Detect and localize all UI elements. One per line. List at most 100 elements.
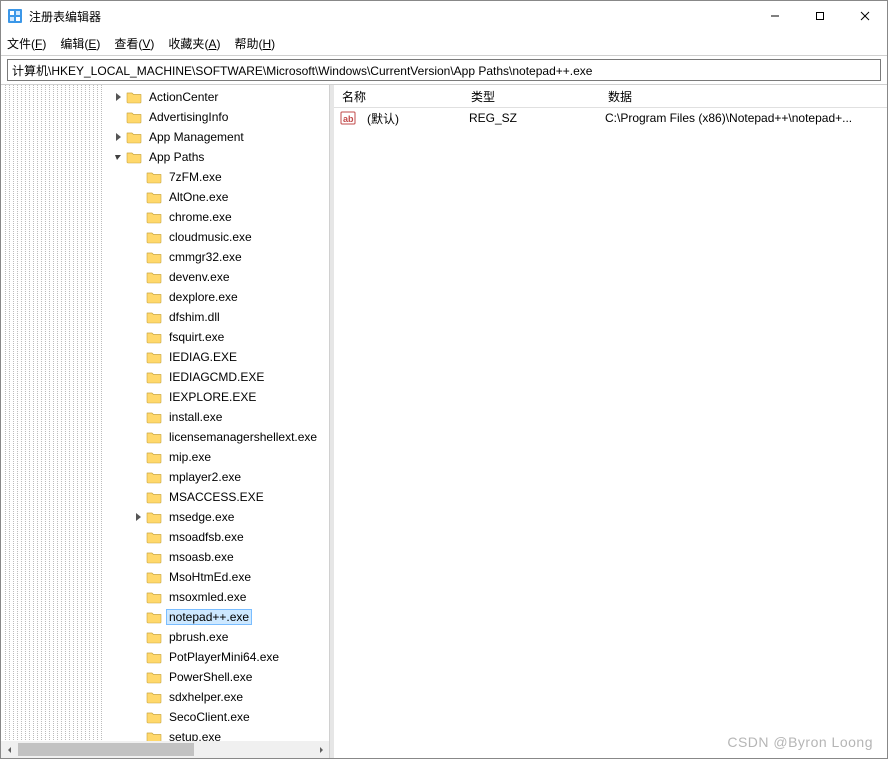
tree-item-dexplore-exe[interactable]: dexplore.exe	[1, 287, 329, 307]
tree-item-app-management[interactable]: App Management	[1, 127, 329, 147]
minimize-button[interactable]	[752, 1, 797, 31]
expander-placeholder	[131, 330, 145, 344]
menu-view[interactable]: 查看(V)	[114, 35, 154, 52]
expander-placeholder	[131, 730, 145, 741]
window-title: 注册表编辑器	[29, 8, 101, 25]
tree-hscrollbar[interactable]	[1, 741, 329, 758]
expander-placeholder	[131, 210, 145, 224]
folder-icon	[146, 370, 162, 384]
close-button[interactable]	[842, 1, 887, 31]
folder-icon	[146, 350, 162, 364]
tree-item-setup-exe[interactable]: setup.exe	[1, 727, 329, 741]
expand-icon[interactable]	[111, 90, 125, 104]
scroll-thumb[interactable]	[18, 743, 194, 756]
folder-icon	[146, 250, 162, 264]
tree-item-mip-exe[interactable]: mip.exe	[1, 447, 329, 467]
folder-icon	[146, 590, 162, 604]
col-header-name[interactable]: 名称	[334, 85, 463, 107]
tree-item-cloudmusic-exe[interactable]: cloudmusic.exe	[1, 227, 329, 247]
tree-item-msoxmled-exe[interactable]: msoxmled.exe	[1, 587, 329, 607]
scroll-right-button[interactable]	[312, 741, 329, 758]
folder-icon	[146, 550, 162, 564]
expander-placeholder	[131, 470, 145, 484]
folder-icon	[146, 390, 162, 404]
tree-item-label: pbrush.exe	[166, 629, 231, 645]
col-header-type[interactable]: 类型	[463, 85, 600, 107]
folder-icon	[146, 230, 162, 244]
tree-item-7zfm-exe[interactable]: 7zFM.exe	[1, 167, 329, 187]
tree-item-label: MSACCESS.EXE	[166, 489, 267, 505]
tree-item-altone-exe[interactable]: AltOne.exe	[1, 187, 329, 207]
tree-item-chrome-exe[interactable]: chrome.exe	[1, 207, 329, 227]
folder-icon	[126, 150, 142, 164]
tree-item-msohtmed-exe[interactable]: MsoHtmEd.exe	[1, 567, 329, 587]
tree-item-powershell-exe[interactable]: PowerShell.exe	[1, 667, 329, 687]
titlebar[interactable]: 注册表编辑器	[1, 1, 887, 31]
folder-icon	[146, 410, 162, 424]
folder-icon	[146, 650, 162, 664]
expander-placeholder	[131, 550, 145, 564]
tree-item-sdxhelper-exe[interactable]: sdxhelper.exe	[1, 687, 329, 707]
tree-item-label: sdxhelper.exe	[166, 689, 246, 705]
tree-item-label: IEDIAGCMD.EXE	[166, 369, 267, 385]
list-row[interactable]: ab(默认)REG_SZC:\Program Files (x86)\Notep…	[334, 108, 887, 128]
tree-item-iexplore-exe[interactable]: IEXPLORE.EXE	[1, 387, 329, 407]
tree-item-msaccess-exe[interactable]: MSACCESS.EXE	[1, 487, 329, 507]
regedit-window: 注册表编辑器 文件(F) 编辑(E) 查看(V) 收藏夹(A) 帮助(H) 计算…	[0, 0, 888, 759]
tree-item-notepad-exe[interactable]: notepad++.exe	[1, 607, 329, 627]
tree-item-label: dexplore.exe	[166, 289, 241, 305]
tree-item-dfshim-dll[interactable]: dfshim.dll	[1, 307, 329, 327]
tree-item-msoasb-exe[interactable]: msoasb.exe	[1, 547, 329, 567]
tree-item-install-exe[interactable]: install.exe	[1, 407, 329, 427]
tree-item-mplayer2-exe[interactable]: mplayer2.exe	[1, 467, 329, 487]
tree-item-actioncenter[interactable]: ActionCenter	[1, 87, 329, 107]
menu-favorites[interactable]: 收藏夹(A)	[168, 35, 220, 52]
scroll-track[interactable]	[18, 741, 312, 758]
tree-item-iediagcmd-exe[interactable]: IEDIAGCMD.EXE	[1, 367, 329, 387]
menu-file[interactable]: 文件(F)	[7, 35, 46, 52]
tree-item-pbrush-exe[interactable]: pbrush.exe	[1, 627, 329, 647]
tree-item-iediag-exe[interactable]: IEDIAG.EXE	[1, 347, 329, 367]
tree-pane: ActionCenterAdvertisingInfoApp Managemen…	[1, 85, 330, 758]
menu-help[interactable]: 帮助(H)	[234, 35, 275, 52]
folder-icon	[146, 210, 162, 224]
tree-item-fsquirt-exe[interactable]: fsquirt.exe	[1, 327, 329, 347]
tree-item-advertisinginfo[interactable]: AdvertisingInfo	[1, 107, 329, 127]
menu-edit[interactable]: 编辑(E)	[60, 35, 100, 52]
tree-item-licensemanagershellext-exe[interactable]: licensemanagershellext.exe	[1, 427, 329, 447]
expander-placeholder	[131, 290, 145, 304]
folder-icon	[146, 450, 162, 464]
folder-icon	[146, 530, 162, 544]
tree-scroll[interactable]: ActionCenterAdvertisingInfoApp Managemen…	[1, 85, 329, 741]
tree-item-label: MsoHtmEd.exe	[166, 569, 254, 585]
col-header-data[interactable]: 数据	[600, 85, 887, 107]
tree-item-label: PotPlayerMini64.exe	[166, 649, 282, 665]
expander-placeholder	[131, 530, 145, 544]
folder-icon	[146, 710, 162, 724]
tree-item-msoadfsb-exe[interactable]: msoadfsb.exe	[1, 527, 329, 547]
tree-item-label: msoadfsb.exe	[166, 529, 247, 545]
tree-item-label: msoasb.exe	[166, 549, 237, 565]
expand-icon[interactable]	[111, 130, 125, 144]
collapse-icon[interactable]	[111, 150, 125, 164]
scroll-left-button[interactable]	[1, 741, 18, 758]
tree-item-label: install.exe	[166, 409, 225, 425]
tree-item-label: IEDIAG.EXE	[166, 349, 240, 365]
tree-item-label: devenv.exe	[166, 269, 233, 285]
tree: ActionCenterAdvertisingInfoApp Managemen…	[1, 85, 329, 741]
tree-item-potplayermini64-exe[interactable]: PotPlayerMini64.exe	[1, 647, 329, 667]
folder-icon	[146, 690, 162, 704]
tree-item-devenv-exe[interactable]: devenv.exe	[1, 267, 329, 287]
maximize-button[interactable]	[797, 1, 842, 31]
folder-icon	[146, 270, 162, 284]
tree-item-secoclient-exe[interactable]: SecoClient.exe	[1, 707, 329, 727]
tree-item-label: msoxmled.exe	[166, 589, 249, 605]
address-bar[interactable]: 计算机\HKEY_LOCAL_MACHINE\SOFTWARE\Microsof…	[7, 59, 881, 81]
expand-icon[interactable]	[131, 510, 145, 524]
expander-placeholder	[131, 690, 145, 704]
tree-item-msedge-exe[interactable]: msedge.exe	[1, 507, 329, 527]
tree-item-cmmgr32-exe[interactable]: cmmgr32.exe	[1, 247, 329, 267]
list-body[interactable]: ab(默认)REG_SZC:\Program Files (x86)\Notep…	[334, 108, 887, 758]
tree-item-label: AltOne.exe	[166, 189, 231, 205]
tree-item-app-paths[interactable]: App Paths	[1, 147, 329, 167]
